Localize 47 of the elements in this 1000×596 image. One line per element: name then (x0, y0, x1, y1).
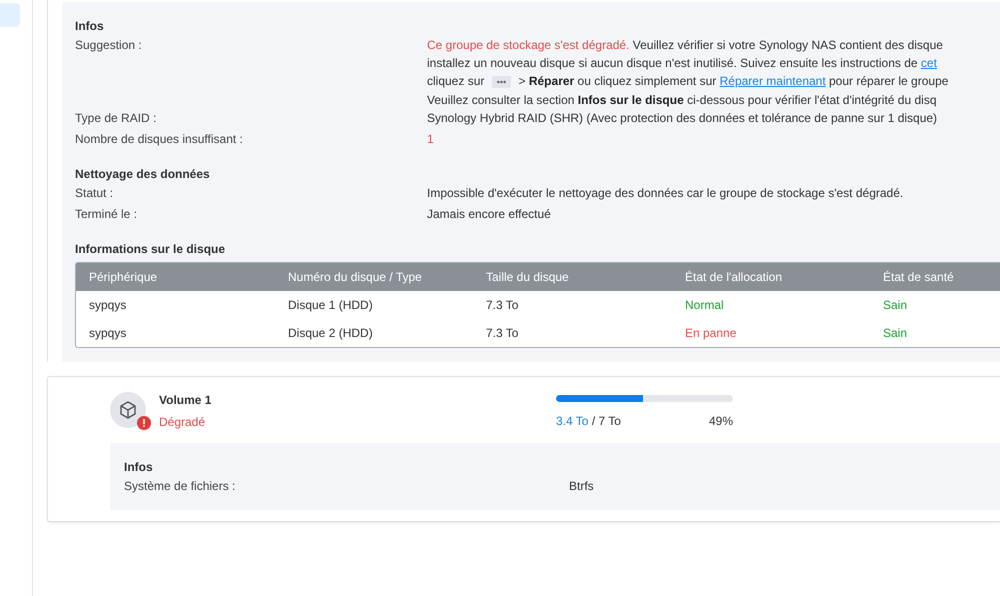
field-label: Terminé le : (75, 206, 138, 223)
suggestion-text: Veuillez vérifier si votre Synology NAS contient des disque (632, 38, 943, 52)
field-value: Jamais encore effectué (427, 206, 551, 223)
field-value: Btrfs (569, 478, 594, 495)
volume-status: Dégradé (159, 415, 206, 429)
table-cell-text: Disque 1 (HDD) (288, 298, 374, 312)
column-header: Périphérique (89, 270, 158, 284)
table-cell-text: sypqys (89, 298, 128, 312)
table-cell-text: 7.3 To (486, 326, 520, 340)
link[interactable]: Réparer maintenant (720, 74, 826, 88)
field-value: 1 (427, 131, 434, 148)
table-cell-text: 7.3 To (486, 298, 520, 312)
field-label: Statut : (75, 185, 114, 202)
status-cell-text: Sain (883, 298, 908, 312)
suggestion-text: > Réparer ou cliquez simplement sur (517, 74, 718, 88)
usage-percent: 49% (708, 414, 733, 428)
sidebar-item[interactable] (0, 3, 20, 27)
table-cell-text: Disque 2 (HDD) (288, 326, 374, 340)
column-header: État de santé (883, 270, 955, 284)
suggestion-text: cliquez sur (427, 74, 486, 88)
section-title: Informations sur le disque (75, 241, 226, 258)
section-title: Infos (124, 459, 154, 476)
volume-name: Volume 1 (159, 393, 212, 407)
status-cell-text: En panne (685, 326, 738, 340)
status-cell-text: Normal (685, 298, 725, 312)
suggestion-text: installez un nouveau disque si aucun disque n'est inutilisé. Suivez ensuite les instructions de (427, 56, 919, 70)
field-label: Nombre de disques insuffisant : (75, 131, 244, 148)
column-header: État de l'allocation (685, 270, 784, 284)
column-header: Taille du disque (486, 270, 570, 284)
section-title: Infos (75, 18, 105, 35)
field-label: Suggestion : (75, 37, 143, 54)
used-capacity: 3.4 To (556, 414, 588, 428)
suggestion-text: Veuillez consulter la section Infos sur le disque ci-dessous pour vérifier l'état d'intégrité du disq (427, 93, 936, 107)
field-value: Synology Hybrid RAID (SHR) (Avec protection des données et tolérance de panne sur 1 disque) (427, 110, 938, 127)
cube-icon (110, 392, 146, 428)
field-value: Impossible d'exécuter le nettoyage des données car le groupe de stockage s'est dégradé. (427, 185, 904, 202)
more-button[interactable]: ••• (492, 76, 512, 88)
status-cell-text: Sain (883, 326, 908, 340)
alert-text: Ce groupe de stockage s'est dégradé. (427, 38, 630, 52)
field-label: Système de fichiers : (124, 478, 236, 495)
suggestion-text: pour réparer le groupe (828, 74, 948, 88)
section-title: Nettoyage des données (75, 166, 211, 183)
table-cell-text: sypqys (89, 326, 128, 340)
column-header: Numéro du disque / Type (288, 270, 423, 284)
link[interactable]: cet (920, 56, 937, 70)
total-capacity: / 7 To (590, 414, 621, 428)
field-label: Type de RAID : (75, 110, 158, 127)
